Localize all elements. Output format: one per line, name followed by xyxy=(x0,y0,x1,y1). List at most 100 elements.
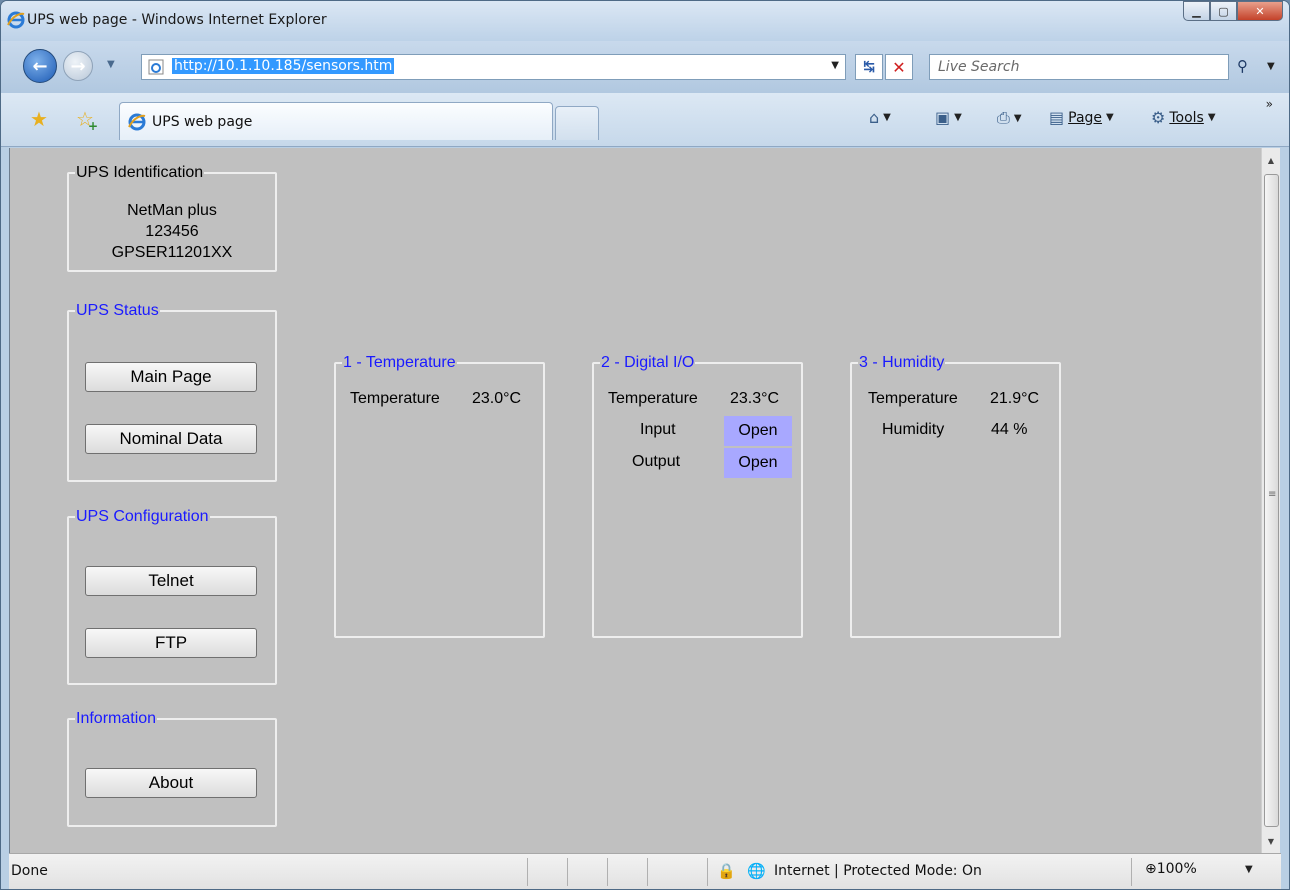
window-controls: ▁ ▢ ✕ xyxy=(1183,1,1283,21)
ups-configuration-legend: UPS Configuration xyxy=(76,508,209,525)
ups-status-panel: UPS Status Main Page Nominal Data xyxy=(67,302,277,482)
minimize-button[interactable]: ▁ xyxy=(1183,1,1210,21)
scroll-up-icon[interactable]: ▲ xyxy=(1262,151,1280,169)
window-title: UPS web page - Windows Internet Explorer xyxy=(27,12,327,28)
sensor-3-temperature-label: Temperature xyxy=(868,390,958,407)
refresh-icon: ↹ xyxy=(863,59,875,75)
ups-model: NetMan plus xyxy=(127,202,217,219)
status-divider xyxy=(1131,858,1132,886)
new-tab-button[interactable] xyxy=(555,106,599,140)
forward-arrow-icon: → xyxy=(70,55,86,77)
address-bar[interactable]: http://10.1.10.185/sensors.htm ▼ xyxy=(141,54,846,80)
page-menu-label: Page xyxy=(1068,109,1103,126)
about-button[interactable]: About xyxy=(85,768,257,798)
home-button[interactable]: ⌂ ▼ xyxy=(869,108,891,127)
sensor-2-temperature-label: Temperature xyxy=(608,390,698,407)
title-bar: UPS web page - Windows Internet Explorer… xyxy=(1,1,1289,41)
status-divider xyxy=(607,858,608,886)
protected-mode-icon[interactable]: 🔒 xyxy=(717,862,736,880)
search-options-dropdown[interactable]: ▼ xyxy=(1267,61,1275,72)
forward-button[interactable]: → xyxy=(63,51,93,81)
search-icon[interactable]: ⚲ xyxy=(1237,57,1248,75)
tools-menu[interactable]: ⚙ Tools ▼ xyxy=(1151,108,1216,127)
status-divider xyxy=(707,858,708,886)
sensor-2-temperature-value: 23.3°C xyxy=(730,390,780,407)
zoom-value: 100% xyxy=(1156,861,1197,877)
recent-pages-dropdown[interactable]: ▼ xyxy=(107,59,115,70)
chevron-down-icon: ▼ xyxy=(883,112,891,123)
address-dropdown-icon[interactable]: ▼ xyxy=(831,60,839,71)
grip-icon: ≡ xyxy=(1268,489,1277,500)
home-icon: ⌂ xyxy=(869,108,880,127)
zoom-icon: ⊕ xyxy=(1145,861,1157,877)
back-arrow-icon: ← xyxy=(32,55,48,77)
scroll-thumb[interactable]: ≡ xyxy=(1264,174,1279,827)
sensor-2-title: 2 - Digital I/O xyxy=(601,354,695,371)
ups-configuration-panel: UPS Configuration Telnet FTP xyxy=(67,508,277,685)
ups-serial: 123456 xyxy=(145,223,199,240)
zoom-level[interactable]: ⊕100% xyxy=(1145,861,1197,877)
input-status-badge: Open xyxy=(724,416,792,446)
status-divider xyxy=(527,858,528,886)
print-icon: ⎙ xyxy=(997,108,1010,127)
maximize-button[interactable]: ▢ xyxy=(1210,1,1237,21)
ups-status-legend: UPS Status xyxy=(76,302,159,319)
chevron-down-icon: ▼ xyxy=(1106,112,1114,123)
sensor-3-title: 3 - Humidity xyxy=(859,354,945,371)
refresh-button[interactable]: ↹ xyxy=(855,54,883,80)
tab-title: UPS web page xyxy=(152,114,253,130)
page-content: UPS Identification NetMan plus 123456 GP… xyxy=(9,148,1280,853)
sensor-temperature-panel: 1 - Temperature Temperature 23.0°C xyxy=(334,354,545,638)
page-menu[interactable]: ▤ Page ▼ xyxy=(1049,108,1114,127)
close-button[interactable]: ✕ xyxy=(1237,1,1283,21)
sensor-1-title: 1 - Temperature xyxy=(343,354,456,371)
sensor-2-output-label: Output xyxy=(632,453,681,470)
vertical-scrollbar[interactable]: ▲ ≡ ▼ xyxy=(1261,148,1280,853)
chevron-down-icon: ▼ xyxy=(1207,112,1216,123)
url-text[interactable]: http://10.1.10.185/sensors.htm xyxy=(172,58,395,74)
ie-logo-icon xyxy=(7,11,25,33)
chevron-down-icon: ▼ xyxy=(1013,112,1022,124)
search-input[interactable]: Live Search xyxy=(929,54,1229,80)
ups-code: GPSER11201XX xyxy=(111,244,233,261)
browser-window: UPS web page - Windows Internet Explorer… xyxy=(0,0,1290,890)
main-page-button[interactable]: Main Page xyxy=(85,362,257,392)
sensor-digital-io-panel: 2 - Digital I/O Temperature 23.3°C Input… xyxy=(592,354,803,638)
print-button[interactable]: ⎙ ▼ xyxy=(997,108,1022,128)
status-text: Done xyxy=(11,863,48,879)
feeds-button[interactable]: ▣ ▼ xyxy=(935,108,962,127)
favorites-star-icon[interactable]: ★ xyxy=(30,107,48,131)
status-divider xyxy=(647,858,648,886)
tab-ups-web-page[interactable]: UPS web page xyxy=(119,102,553,140)
tab-command-bar: ★ ☆+ UPS web page ⌂ ▼ ▣ ▼ ⎙ ▼ ▤ Page ▼ ⚙ To… xyxy=(1,93,1289,147)
ups-identification-panel: UPS Identification NetMan plus 123456 GP… xyxy=(67,164,277,272)
sensor-humidity-panel: 3 - Humidity Temperature 21.9°C Humidity… xyxy=(850,354,1061,638)
sensor-1-temperature-value: 23.0°C xyxy=(472,390,522,407)
information-panel: Information About xyxy=(67,710,277,827)
nominal-data-button[interactable]: Nominal Data xyxy=(85,424,257,454)
ftp-button[interactable]: FTP xyxy=(85,628,257,658)
ie-page-icon xyxy=(148,59,164,79)
status-divider xyxy=(567,858,568,886)
search-placeholder: Live Search xyxy=(938,59,1020,75)
add-favorites-icon[interactable]: ☆+ xyxy=(76,107,104,133)
ie-logo-icon xyxy=(128,113,146,135)
back-button[interactable]: ← xyxy=(23,49,57,83)
sensor-1-temperature-label: Temperature xyxy=(350,390,440,407)
information-legend: Information xyxy=(76,710,157,727)
ups-identification-legend: UPS Identification xyxy=(76,164,204,181)
scroll-down-icon[interactable]: ▼ xyxy=(1262,832,1280,850)
sensor-3-humidity-value: 44 % xyxy=(991,421,1028,438)
sensor-3-temperature-value: 21.9°C xyxy=(990,390,1040,407)
address-toolbar: ← → ▼ http://10.1.10.185/sensors.htm ▼ ↹… xyxy=(1,41,1289,93)
internet-globe-icon: 🌐 xyxy=(747,862,766,880)
telnet-button[interactable]: Telnet xyxy=(85,566,257,596)
stop-button[interactable]: ✕ xyxy=(885,54,913,80)
zoom-dropdown-icon[interactable]: ▼ xyxy=(1245,864,1253,875)
security-zone-text[interactable]: Internet | Protected Mode: On xyxy=(774,863,982,879)
tools-gear-icon: ⚙ xyxy=(1151,108,1166,127)
chevron-down-icon: ▼ xyxy=(954,112,962,123)
stop-icon: ✕ xyxy=(892,57,906,77)
toolbar-overflow-icon[interactable]: » xyxy=(1266,97,1273,111)
output-status-badge: Open xyxy=(724,448,792,478)
